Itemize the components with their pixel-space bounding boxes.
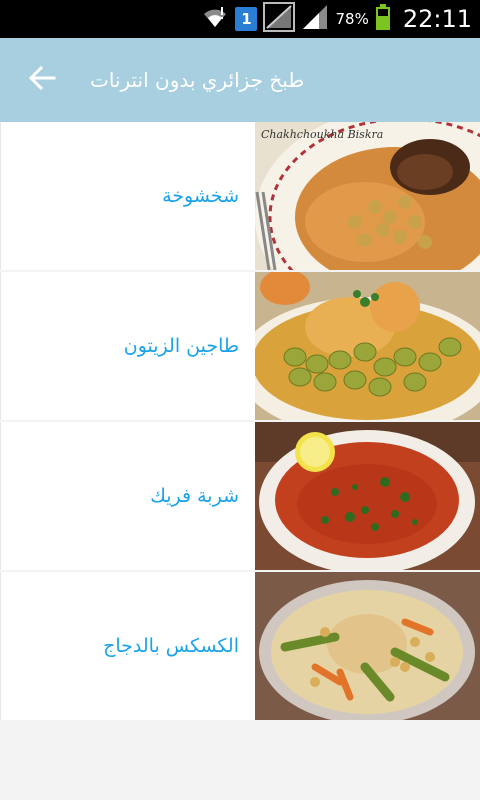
wifi-icon xyxy=(201,3,229,35)
signal-icon xyxy=(301,3,329,35)
svg-text:Chakhchoukha Biskra: Chakhchoukha Biskra xyxy=(261,128,383,141)
recipe-name: شربة فريك xyxy=(150,485,239,507)
recipe-list: شخشوخة Chakhchoukha Biskra طاجين الزيتون… xyxy=(0,122,480,720)
back-button[interactable] xyxy=(22,60,62,100)
no-signal-icon xyxy=(263,2,296,36)
sim-icon: 1 xyxy=(235,7,258,31)
battery-charging-icon xyxy=(375,3,391,35)
olive-tagine-dish-photo xyxy=(255,272,480,420)
clock: 22:11 xyxy=(402,5,472,33)
arrow-left-icon xyxy=(28,65,56,95)
recipe-item-chicken-couscous[interactable]: الكسكس بالدجاج xyxy=(0,572,480,720)
chorba-frik-soup-photo xyxy=(255,422,480,570)
status-bar: 1 78% 22:11 xyxy=(0,0,480,38)
recipe-name: شخشوخة xyxy=(162,185,239,207)
battery-percent: 78% xyxy=(335,10,369,28)
app-bar: طبخ جزائري بدون انترنات xyxy=(0,38,480,122)
chakhchoukha-dish-photo: Chakhchoukha Biskra xyxy=(255,122,480,270)
status-icons: 1 78% 22:11 xyxy=(201,0,472,38)
recipe-item-olive-tagine[interactable]: طاجين الزيتون xyxy=(0,272,480,420)
page-title: طبخ جزائري بدون انترنات xyxy=(90,68,305,92)
recipe-name: الكسكس بالدجاج xyxy=(103,635,239,657)
recipe-item-chakhchoukha[interactable]: شخشوخة Chakhchoukha Biskra xyxy=(0,122,480,270)
chicken-couscous-dish-photo xyxy=(255,572,480,720)
recipe-item-chorba-frik[interactable]: شربة فريك xyxy=(0,422,480,570)
recipe-name: طاجين الزيتون xyxy=(123,335,239,357)
